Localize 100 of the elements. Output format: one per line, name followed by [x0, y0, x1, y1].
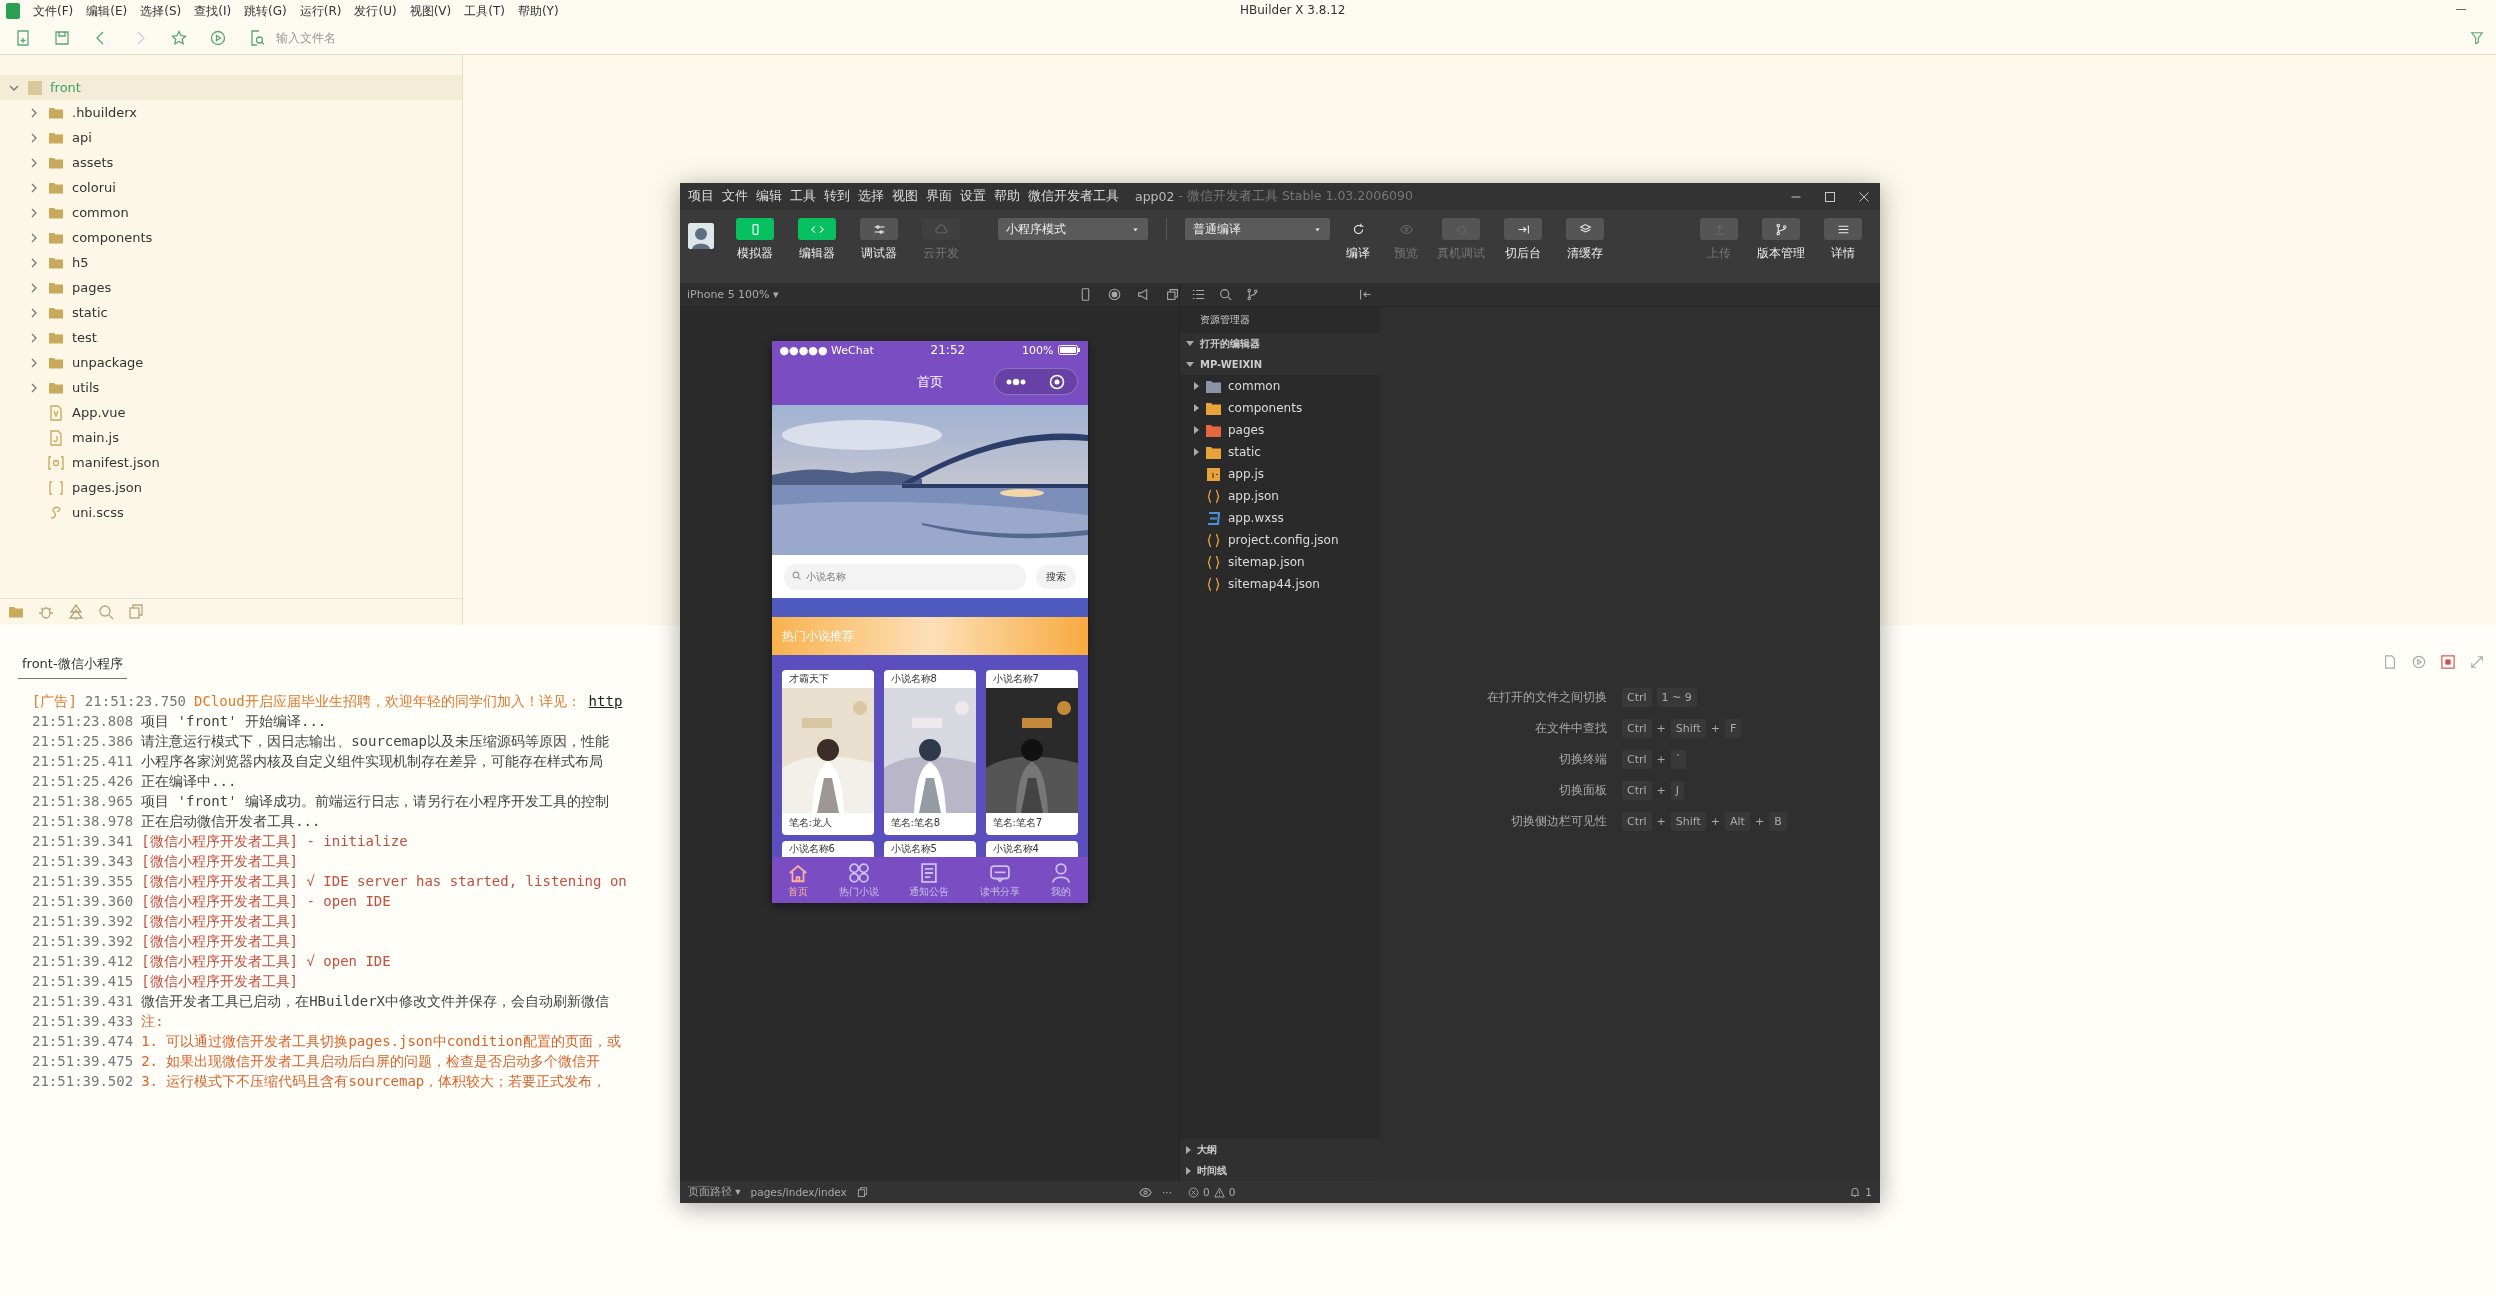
toolbar-button[interactable]: 调试器: [852, 218, 906, 262]
tree-item[interactable]: unpackage: [0, 350, 462, 375]
tree-item[interactable]: colorui: [0, 175, 462, 200]
arrow-right-bar-icon[interactable]: [1516, 222, 1530, 236]
new-file-icon[interactable]: [15, 30, 31, 46]
expand-icon[interactable]: [2470, 655, 2484, 669]
section-header[interactable]: 大纲: [1180, 1139, 1380, 1160]
file-item[interactable]: pages: [1180, 419, 1380, 441]
tab-item[interactable]: 通知公告: [909, 861, 950, 899]
refresh-icon[interactable]: [1351, 222, 1365, 236]
menu-item[interactable]: 选择: [858, 188, 884, 205]
menu-item[interactable]: 微信开发者工具: [1028, 188, 1119, 205]
toolbar-button[interactable]: 详情: [1816, 218, 1870, 262]
search-icon[interactable]: [1219, 288, 1232, 301]
menu-item[interactable]: 运行(R): [299, 2, 342, 20]
mode-select[interactable]: 小程序模式: [998, 218, 1148, 240]
folder-icon[interactable]: [8, 604, 24, 620]
tree-item[interactable]: test: [0, 325, 462, 350]
bell-icon[interactable]: [1849, 1186, 1862, 1198]
bug-icon[interactable]: [38, 604, 54, 620]
tree-item[interactable]: manifest.json: [0, 450, 462, 475]
page-path-select[interactable]: 页面路径 ▾: [688, 1185, 741, 1199]
avatar[interactable]: [688, 223, 714, 249]
copy-icon[interactable]: [856, 1186, 868, 1198]
file-item[interactable]: project.config.json: [1180, 529, 1380, 551]
menu-item[interactable]: 跳转(G): [244, 2, 287, 20]
compile-select[interactable]: 普通编译: [1185, 218, 1330, 240]
file-item[interactable]: app.wxss: [1180, 507, 1380, 529]
play-icon[interactable]: [2412, 655, 2426, 669]
grid-icon[interactable]: [848, 861, 871, 884]
menu-item[interactable]: 转到: [824, 188, 850, 205]
file-item[interactable]: app.json: [1180, 485, 1380, 507]
tree-item[interactable]: common: [0, 200, 462, 225]
file-item[interactable]: common: [1180, 375, 1380, 397]
menu-item[interactable]: 帮助(Y): [517, 2, 559, 20]
more-icon[interactable]: [1006, 377, 1026, 386]
branch-icon[interactable]: [1246, 288, 1259, 301]
file-item[interactable]: static: [1180, 441, 1380, 463]
tree-item[interactable]: api: [0, 125, 462, 150]
tree-item[interactable]: utils: [0, 375, 462, 400]
close-icon[interactable]: [1858, 190, 1870, 203]
menu-item[interactable]: 工具(T): [464, 2, 505, 20]
menu-item[interactable]: 项目: [688, 188, 714, 205]
maximize-icon[interactable]: [1824, 190, 1836, 203]
menu-item[interactable]: 选择(S): [140, 2, 182, 20]
search-button[interactable]: 搜索: [1035, 564, 1076, 589]
file-item[interactable]: sitemap.json: [1180, 551, 1380, 573]
tree-item[interactable]: .hbuilderx: [0, 100, 462, 125]
layers-icon[interactable]: [1578, 222, 1592, 236]
tree-item[interactable]: static: [0, 300, 462, 325]
device-select[interactable]: iPhone 5 100% ▾: [687, 288, 779, 301]
document-icon[interactable]: [2383, 655, 2397, 669]
tree-item[interactable]: pages.json: [0, 475, 462, 500]
toolbar-button[interactable]: 编译: [1338, 218, 1378, 262]
capsule-button[interactable]: [993, 368, 1078, 395]
eye-icon[interactable]: [1139, 1185, 1152, 1199]
menu-item[interactable]: 视图: [892, 188, 918, 205]
stop-icon[interactable]: [2441, 655, 2455, 669]
book-title[interactable]: 小说名称6: [781, 841, 874, 857]
menu-item[interactable]: 编辑: [756, 188, 782, 205]
tree-item[interactable]: App.vue: [0, 400, 462, 425]
search-field[interactable]: 小说名称: [783, 563, 1026, 590]
book-title[interactable]: 小说名称5: [883, 841, 976, 857]
tree-item[interactable]: components: [0, 225, 462, 250]
tree-icon[interactable]: [68, 604, 84, 620]
book-card[interactable]: 小说名称7 笔名:笔名7: [985, 670, 1078, 835]
console-tab[interactable]: front-微信小程序: [18, 655, 127, 679]
record-icon[interactable]: [1108, 288, 1121, 301]
collapse-icon[interactable]: [1359, 288, 1372, 301]
tree-item[interactable]: h5: [0, 250, 462, 275]
menu-item[interactable]: 帮助: [994, 188, 1020, 205]
star-icon[interactable]: [171, 30, 187, 46]
menu-item[interactable]: 设置: [960, 188, 986, 205]
phone-icon[interactable]: [1079, 288, 1092, 301]
file-item[interactable]: sitemap44.json: [1180, 573, 1380, 595]
tab-item[interactable]: 我的: [1050, 861, 1073, 899]
section-header[interactable]: MP-WEIXIN: [1180, 354, 1380, 375]
sliders-icon[interactable]: [872, 222, 886, 236]
tab-item[interactable]: 热门小说: [839, 861, 880, 899]
menu-item[interactable]: 编辑(E): [86, 2, 128, 20]
toolbar-button[interactable]: 编辑器: [790, 218, 844, 262]
book-card[interactable]: 才霸天下 笔名:龙人: [781, 670, 874, 835]
menu-item[interactable]: 查找(I): [194, 2, 232, 20]
windows-icon[interactable]: [1166, 288, 1179, 301]
toolbar-button[interactable]: 切后台: [1496, 218, 1550, 262]
run-icon[interactable]: [210, 30, 226, 46]
menu-item[interactable]: 文件: [722, 188, 748, 205]
menu-item[interactable]: 工具: [790, 188, 816, 205]
tree-item[interactable]: pages: [0, 275, 462, 300]
log-link[interactable]: http: [588, 691, 623, 711]
menu-item[interactable]: 文件(F): [33, 2, 74, 20]
filter-icon[interactable]: [2470, 31, 2484, 45]
book-card[interactable]: 小说名称8 笔名:笔名8: [883, 670, 976, 835]
toolbar-button[interactable]: 版本管理: [1754, 218, 1808, 262]
toolbar-button[interactable]: 清缓存: [1558, 218, 1612, 262]
speaker-icon[interactable]: [1137, 288, 1150, 301]
save-icon[interactable]: [54, 30, 70, 46]
toolbar-button[interactable]: 模拟器: [728, 218, 782, 262]
more-button[interactable]: ···: [1162, 1186, 1172, 1198]
menu-item[interactable]: 界面: [926, 188, 952, 205]
